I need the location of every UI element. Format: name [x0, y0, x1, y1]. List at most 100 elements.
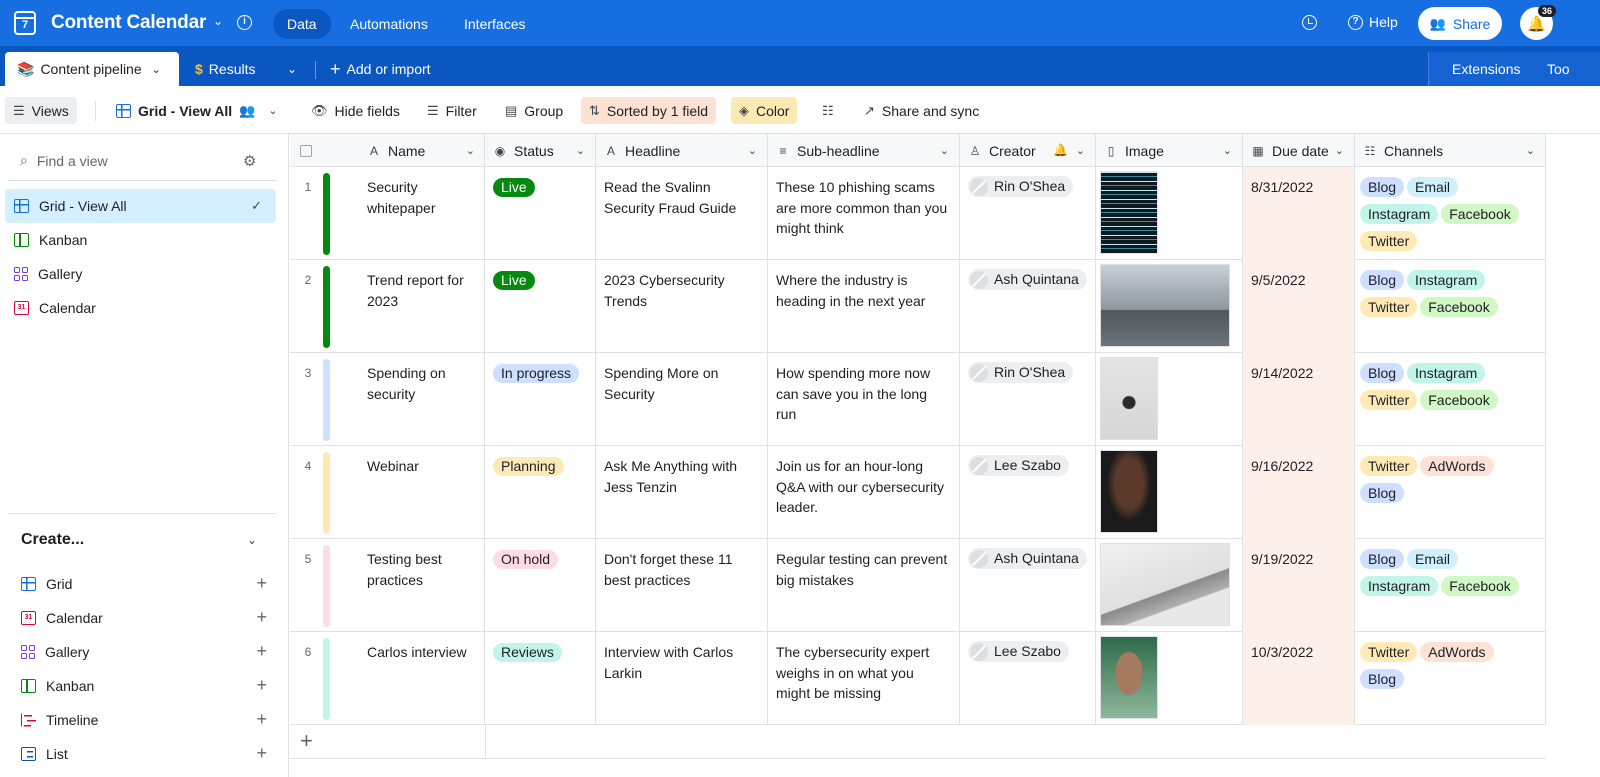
tab-content-pipeline[interactable]: 📚 Content pipeline ⌄: [5, 52, 179, 86]
chevron-down-icon[interactable]: ⌄: [576, 144, 585, 157]
info-icon[interactable]: i: [237, 15, 252, 30]
status-cell[interactable]: Live: [485, 260, 596, 353]
add-record-plus-icon[interactable]: +: [300, 728, 313, 754]
due-date-cell[interactable]: 9/16/2022: [1243, 446, 1355, 539]
sidebar-view-gallery[interactable]: Gallery: [5, 257, 276, 291]
channels-cell[interactable]: Blog Email Instagram Facebook: [1355, 539, 1546, 632]
sub-headline-cell[interactable]: How spending more now can save you in th…: [768, 353, 960, 446]
row-number-cell[interactable]: 6: [290, 632, 359, 725]
headline-cell[interactable]: Interview with Carlos Larkin: [596, 632, 768, 725]
table-row[interactable]: 5 Testing best practices On hold Don't f…: [290, 539, 1546, 632]
help-button[interactable]: ? Help: [1348, 14, 1398, 30]
table-row[interactable]: 3 Spending on security In progress Spend…: [290, 353, 1546, 446]
image-cell[interactable]: [1096, 632, 1243, 725]
channels-cell[interactable]: Blog Instagram Twitter Facebook: [1355, 353, 1546, 446]
due-date-cell[interactable]: 9/5/2022: [1243, 260, 1355, 353]
due-date-cell[interactable]: 10/3/2022: [1243, 632, 1355, 725]
headline-cell[interactable]: 2023 Cybersecurity Trends: [596, 260, 768, 353]
row-number-cell[interactable]: 4: [290, 446, 359, 539]
chevron-down-icon[interactable]: ⌄: [1223, 144, 1232, 157]
extensions-button[interactable]: Extensions: [1452, 52, 1520, 86]
sub-headline-cell[interactable]: The cybersecurity expert weighs in on wh…: [768, 632, 960, 725]
chevron-down-icon[interactable]: ⌄: [748, 144, 757, 157]
name-cell[interactable]: Testing best practices: [359, 539, 485, 632]
channels-cell[interactable]: Blog Instagram Twitter Facebook: [1355, 260, 1546, 353]
creator-cell[interactable]: Rin O'Shea: [960, 353, 1096, 446]
headline-cell[interactable]: Spending More on Security: [596, 353, 768, 446]
row-number-cell[interactable]: 5: [290, 539, 359, 632]
row-number-cell[interactable]: 2: [290, 260, 359, 353]
select-all-checkbox[interactable]: [300, 144, 312, 157]
creator-cell[interactable]: Rin O'Shea: [960, 167, 1096, 260]
create-grid[interactable]: Grid +: [21, 570, 267, 598]
creator-cell[interactable]: Ash Quintana: [960, 260, 1096, 353]
image-cell[interactable]: [1096, 446, 1243, 539]
name-cell[interactable]: Carlos interview: [359, 632, 485, 725]
status-cell[interactable]: Reviews: [485, 632, 596, 725]
create-gallery[interactable]: Gallery +: [21, 638, 267, 666]
share-and-sync-button[interactable]: ↗ Share and sync: [856, 97, 987, 124]
chevron-down-icon[interactable]: ⌄: [1335, 144, 1344, 157]
name-cell[interactable]: Spending on security: [359, 353, 485, 446]
channels-cell[interactable]: Twitter AdWords Blog: [1355, 632, 1546, 725]
share-button[interactable]: 👥 Share: [1418, 7, 1502, 40]
more-tables-chevron-icon[interactable]: ⌄: [287, 52, 297, 86]
status-cell[interactable]: In progress: [485, 353, 596, 446]
views-toggle-button[interactable]: ☰ Views: [5, 97, 77, 124]
create-timeline[interactable]: Timeline +: [21, 706, 267, 734]
column-header-headline[interactable]: A Headline ⌄: [596, 134, 768, 167]
due-date-cell[interactable]: 9/19/2022: [1243, 539, 1355, 632]
due-date-cell[interactable]: 8/31/2022: [1243, 167, 1355, 260]
create-section-header[interactable]: Create...: [21, 531, 84, 549]
status-cell[interactable]: Planning: [485, 446, 596, 539]
tab-results[interactable]: $ Results: [195, 52, 255, 86]
table-row[interactable]: 2 Trend report for 2023 Live 2023 Cybers…: [290, 260, 1546, 353]
table-row[interactable]: 1 Security whitepaper Live Read the Sval…: [290, 167, 1546, 260]
image-cell[interactable]: [1096, 260, 1243, 353]
column-header-channels[interactable]: ☷ Channels ⌄: [1355, 134, 1546, 167]
due-date-cell[interactable]: 9/14/2022: [1243, 353, 1355, 446]
sub-headline-cell[interactable]: Where the industry is heading in the nex…: [768, 260, 960, 353]
color-button[interactable]: ◈ Color: [731, 97, 798, 124]
add-or-import-button[interactable]: + Add or import: [330, 52, 431, 86]
creator-cell[interactable]: Ash Quintana: [960, 539, 1096, 632]
channels-cell[interactable]: Blog Email Instagram Facebook Twitter: [1355, 167, 1546, 260]
create-kanban[interactable]: Kanban +: [21, 672, 267, 700]
chevron-down-icon[interactable]: ⌄: [152, 63, 161, 76]
image-thumbnail[interactable]: [1100, 543, 1230, 626]
image-cell[interactable]: [1096, 167, 1243, 260]
status-cell[interactable]: Live: [485, 167, 596, 260]
image-thumbnail[interactable]: [1100, 264, 1230, 347]
creator-cell[interactable]: Lee Szabo: [960, 446, 1096, 539]
nav-interfaces[interactable]: Interfaces: [450, 9, 539, 39]
filter-button[interactable]: ☰ Filter: [419, 97, 485, 124]
table-row[interactable]: 4 Webinar Planning Ask Me Anything with …: [290, 446, 1546, 539]
current-view-button[interactable]: Grid - View All 👥 ⌄: [108, 97, 286, 124]
image-cell[interactable]: [1096, 353, 1243, 446]
chevron-down-icon[interactable]: ⌄: [213, 14, 223, 28]
row-number-cell[interactable]: 3: [290, 353, 359, 446]
column-header-due-date[interactable]: ▦ Due date ⌄: [1243, 134, 1355, 167]
history-icon[interactable]: [1302, 15, 1317, 30]
sidebar-view-kanban[interactable]: Kanban: [5, 223, 276, 257]
column-header-status[interactable]: ◉ Status ⌄: [485, 134, 596, 167]
gear-icon[interactable]: ⚙: [243, 152, 256, 170]
chevron-down-icon[interactable]: ⌄: [1076, 144, 1085, 157]
chevron-down-icon[interactable]: ⌄: [940, 144, 949, 157]
sub-headline-cell[interactable]: Join us for an hour-long Q&A with our cy…: [768, 446, 960, 539]
image-thumbnail[interactable]: [1100, 357, 1158, 440]
create-calendar[interactable]: 31 Calendar +: [21, 604, 267, 632]
chevron-down-icon[interactable]: ⌄: [1526, 144, 1535, 157]
sub-headline-cell[interactable]: These 10 phishing scams are more common …: [768, 167, 960, 260]
image-cell[interactable]: [1096, 539, 1243, 632]
image-thumbnail[interactable]: [1100, 450, 1158, 533]
sidebar-view-grid-view-all[interactable]: Grid - View All ✓: [5, 189, 276, 223]
column-header-name[interactable]: A Name ⌄: [359, 134, 485, 167]
sort-button[interactable]: ⇅ Sorted by 1 field: [581, 97, 717, 124]
name-cell[interactable]: Trend report for 2023: [359, 260, 485, 353]
find-view-search[interactable]: ⌕ Find a view: [20, 152, 108, 169]
channels-cell[interactable]: Twitter AdWords Blog: [1355, 446, 1546, 539]
image-thumbnail[interactable]: [1100, 171, 1158, 254]
row-number-cell[interactable]: 1: [290, 167, 359, 260]
column-header-sub-headline[interactable]: ≡ Sub-headline ⌄: [768, 134, 960, 167]
